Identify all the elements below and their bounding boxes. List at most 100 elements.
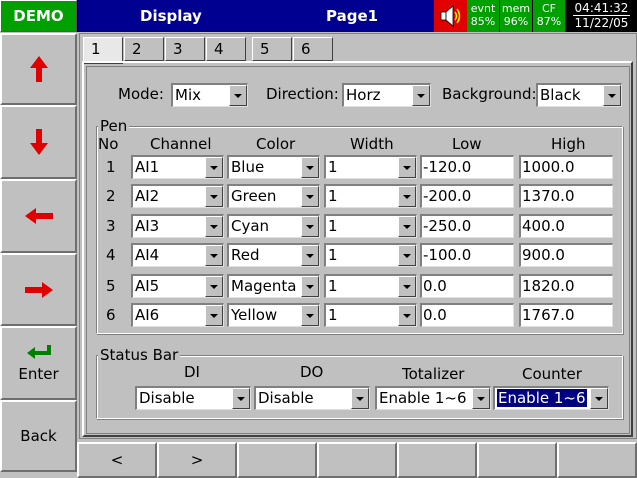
- pen-color-select[interactable]: Yellow: [227, 303, 320, 327]
- event-usage: evnt 85%: [467, 0, 500, 32]
- chevron-down-icon[interactable]: [301, 216, 319, 237]
- down-button[interactable]: [0, 105, 77, 179]
- do-select[interactable]: Disable: [254, 386, 370, 410]
- chevron-down-icon[interactable]: [205, 186, 223, 207]
- pen-width-select[interactable]: 1: [324, 274, 417, 298]
- pen-color-select[interactable]: Cyan: [227, 214, 320, 238]
- pen-channel-select[interactable]: AI5: [131, 274, 224, 298]
- up-button[interactable]: [0, 33, 77, 105]
- chevron-down-icon[interactable]: [301, 186, 319, 207]
- pen-width-select[interactable]: 1: [324, 184, 417, 208]
- function-button-5[interactable]: [397, 442, 477, 478]
- left-button[interactable]: [0, 179, 77, 253]
- pen-high-field[interactable]: 900.0: [519, 243, 613, 267]
- chevron-down-icon[interactable]: [398, 276, 416, 297]
- next-button[interactable]: >: [157, 442, 237, 478]
- chevron-down-icon[interactable]: [301, 157, 319, 178]
- pen-number: 3: [106, 217, 116, 235]
- pen-low-field[interactable]: 0.0: [420, 274, 514, 298]
- chevron-down-icon[interactable]: [398, 157, 416, 178]
- pen-high-field[interactable]: 1820.0: [519, 274, 613, 298]
- chevron-down-icon[interactable]: [205, 305, 223, 326]
- pen-high-field[interactable]: 1370.0: [519, 184, 613, 208]
- pen-channel-select[interactable]: AI6: [131, 303, 224, 327]
- memory-usage: mem 96%: [500, 0, 533, 32]
- chevron-down-icon[interactable]: [412, 85, 430, 106]
- alarm-speaker-icon[interactable]: [434, 0, 467, 32]
- chevron-down-icon[interactable]: [205, 276, 223, 297]
- chevron-down-icon[interactable]: [229, 85, 247, 106]
- function-button-6[interactable]: [477, 442, 557, 478]
- enter-button[interactable]: Enter: [0, 326, 77, 400]
- right-button[interactable]: [0, 253, 77, 326]
- chevron-down-icon[interactable]: [472, 388, 490, 409]
- background-select[interactable]: Black: [536, 83, 622, 107]
- tab-2[interactable]: 2: [124, 37, 164, 61]
- pen-width-select[interactable]: 1: [324, 303, 417, 327]
- pen-color-select[interactable]: Green: [227, 184, 320, 208]
- chevron-down-icon[interactable]: [205, 216, 223, 237]
- pen-low-field[interactable]: -100.0: [420, 243, 514, 267]
- back-button[interactable]: Back: [0, 400, 77, 472]
- pen-channel-select[interactable]: AI2: [131, 184, 224, 208]
- pen-color-select[interactable]: Blue: [227, 155, 320, 179]
- tab-1[interactable]: 1: [83, 37, 123, 64]
- chevron-down-icon[interactable]: [590, 388, 608, 409]
- pen-low-field[interactable]: -250.0: [420, 214, 514, 238]
- pen-channel-select[interactable]: AI3: [131, 214, 224, 238]
- pen-channel-select[interactable]: AI1: [131, 155, 224, 179]
- pen-color-select[interactable]: Red: [227, 243, 320, 267]
- arrow-right-icon: [24, 281, 53, 298]
- pen-high-field[interactable]: 400.0: [519, 214, 613, 238]
- direction-select[interactable]: Horz: [342, 83, 431, 107]
- pen-width-select[interactable]: 1: [324, 214, 417, 238]
- chevron-down-icon[interactable]: [301, 305, 319, 326]
- di-label: DI: [184, 363, 200, 381]
- tab-3[interactable]: 3: [165, 37, 205, 61]
- pen-number: 2: [106, 187, 116, 205]
- background-label: Background:: [442, 85, 537, 103]
- chevron-down-icon[interactable]: [301, 245, 319, 266]
- tab-5[interactable]: 5: [252, 37, 292, 61]
- pen-low-field[interactable]: 0.0: [420, 303, 514, 327]
- chevron-down-icon[interactable]: [398, 216, 416, 237]
- chevron-down-icon[interactable]: [205, 245, 223, 266]
- totalizer-label: Totalizer: [402, 365, 465, 383]
- function-button-3[interactable]: [237, 442, 317, 478]
- pen-number: 1: [106, 158, 116, 176]
- chevron-down-icon[interactable]: [351, 388, 369, 409]
- chevron-down-icon[interactable]: [398, 186, 416, 207]
- counter-select[interactable]: Enable 1~6: [493, 386, 609, 410]
- direction-label: Direction:: [266, 85, 339, 103]
- pen-width-select[interactable]: 1: [324, 155, 417, 179]
- chevron-down-icon[interactable]: [205, 157, 223, 178]
- col-header-no: No: [98, 135, 119, 153]
- function-button-4[interactable]: [317, 442, 397, 478]
- pen-high-field[interactable]: 1000.0: [519, 155, 613, 179]
- pen-color-select[interactable]: Magenta: [227, 274, 320, 298]
- arrow-down-icon: [29, 129, 48, 155]
- chevron-down-icon[interactable]: [603, 85, 621, 106]
- clock: 04:41:32 11/22/05: [566, 0, 637, 32]
- pen-number: 4: [106, 246, 116, 264]
- function-button-7[interactable]: [557, 442, 637, 478]
- totalizer-select[interactable]: Enable 1~6: [375, 386, 491, 410]
- pen-low-field[interactable]: -200.0: [420, 184, 514, 208]
- chevron-down-icon[interactable]: [232, 388, 250, 409]
- chevron-down-icon[interactable]: [398, 305, 416, 326]
- chevron-down-icon[interactable]: [301, 276, 319, 297]
- counter-label: Counter: [522, 365, 582, 383]
- back-label: Back: [20, 427, 57, 445]
- clock-time: 04:41:32: [574, 1, 629, 15]
- pen-high-field[interactable]: 1767.0: [519, 303, 613, 327]
- tab-6[interactable]: 6: [293, 37, 333, 61]
- pen-low-field[interactable]: -120.0: [420, 155, 514, 179]
- mode-select[interactable]: Mix: [171, 83, 248, 107]
- clock-date: 11/22/05: [572, 15, 631, 30]
- chevron-down-icon[interactable]: [398, 245, 416, 266]
- pen-channel-select[interactable]: AI4: [131, 243, 224, 267]
- pen-width-select[interactable]: 1: [324, 243, 417, 267]
- prev-button[interactable]: <: [77, 442, 157, 478]
- tab-4[interactable]: 4: [206, 37, 246, 61]
- di-select[interactable]: Disable: [135, 386, 251, 410]
